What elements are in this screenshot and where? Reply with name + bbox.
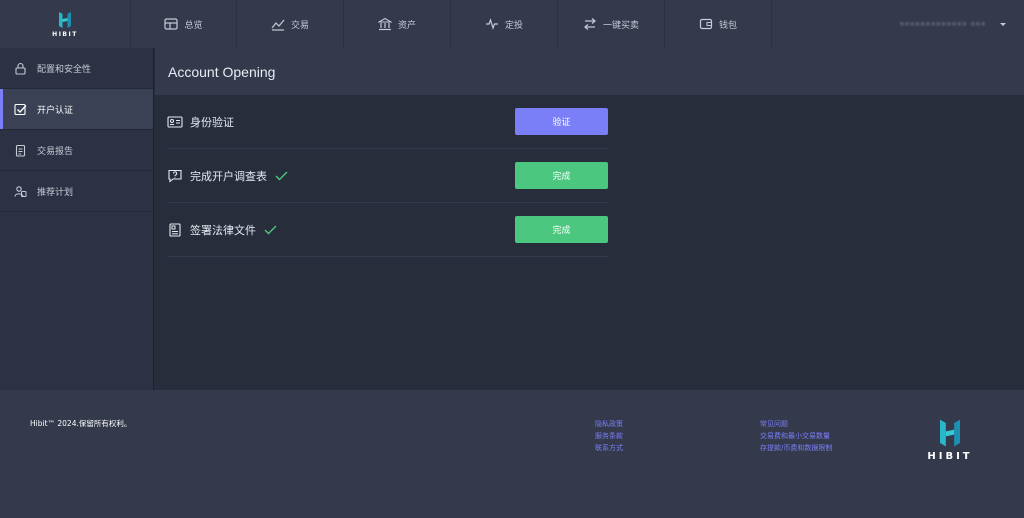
account-opening-steps: 身份验证 验证 完成开户调查表 完成 签署法律文件 完成 (167, 95, 608, 257)
account-menu[interactable]: ••••••••••••• ••• (899, 0, 1024, 48)
check-icon (275, 171, 288, 180)
legal-documents-done-button[interactable]: 完成 (515, 216, 608, 243)
nav-item-label: 定投 (504, 20, 523, 31)
check-icon (264, 225, 277, 234)
swap-arrows-icon (584, 18, 596, 30)
verify-button[interactable]: 验证 (515, 108, 608, 135)
main-nav: 总览 交易 资产 定投 一键买卖 钱包 (130, 0, 772, 48)
sidebar-item-account-opening[interactable]: 开户认证 (0, 89, 153, 130)
nav-item-label: 总览 (184, 20, 203, 31)
clipboard-icon (15, 144, 26, 157)
document-icon (167, 222, 183, 237)
nav-item-label: 一键买卖 (602, 20, 639, 31)
footer-links-legal: 隐私政策 服务条款 联系方式 (595, 420, 623, 453)
dashboard-icon (164, 18, 179, 30)
nav-item-trade[interactable]: 交易 (237, 0, 344, 48)
pulse-icon (485, 18, 498, 30)
step-sign-legal-documents: 签署法律文件 完成 (167, 203, 608, 257)
main-content: Account Opening 身份验证 验证 完成开户调查表 完成 签署法律文… (155, 48, 1024, 390)
brand-logo[interactable]: HIBIT (0, 0, 130, 48)
step-account-questionnaire: 完成开户调查表 完成 (167, 149, 608, 203)
id-card-icon (167, 115, 183, 129)
questionnaire-done-button[interactable]: 完成 (515, 162, 608, 189)
sidebar-item-trade-report[interactable]: 交易报告 (0, 130, 153, 171)
checkbox-icon (14, 103, 27, 115)
nav-item-label: 资产 (397, 20, 416, 31)
wallet-icon (699, 18, 713, 30)
nav-item-label: 交易 (290, 20, 309, 31)
bank-icon (377, 17, 392, 31)
sidebar-item-referral[interactable]: 推荐计划 (0, 171, 153, 212)
lock-icon (15, 62, 26, 75)
footer: Hibit™ 2024.保留所有权利。 隐私政策 服务条款 联系方式 常见问题 … (0, 390, 1024, 518)
step-label: 签署法律文件 (190, 223, 256, 237)
sidebar-item-label: 交易报告 (37, 146, 74, 157)
step-identity-verification: 身份验证 验证 (167, 95, 608, 149)
sidebar-item-label: 推荐计划 (37, 187, 74, 198)
footer-link-terms-of-service[interactable]: 服务条款 (595, 432, 623, 441)
footer-link-deposit-withdraw-limits[interactable]: 存提款/币费和数据限制 (760, 444, 832, 453)
nav-item-label: 钱包 (718, 20, 737, 31)
copyright-text: Hibit™ 2024.保留所有权利。 (30, 419, 132, 428)
sidebar: 配置和安全性 开户认证 交易报告 推荐计划 (0, 48, 154, 390)
nav-item-quick-trade[interactable]: 一键买卖 (558, 0, 665, 48)
step-label: 完成开户调查表 (190, 169, 267, 183)
nav-item-overview[interactable]: 总览 (130, 0, 237, 48)
nav-item-wallet[interactable]: 钱包 (665, 0, 772, 48)
account-name: ••••••••••••• ••• (899, 19, 986, 29)
page-header: Account Opening (155, 48, 1024, 95)
sidebar-item-label: 配置和安全性 (37, 64, 92, 75)
footer-link-faq[interactable]: 常见问题 (760, 420, 832, 429)
footer-links-help: 常见问题 交易费和最小交易数量 存提款/币费和数据限制 (760, 420, 832, 453)
brand-name: HIBIT (52, 30, 78, 38)
top-navigation-bar: HIBIT 总览 交易 资产 定投 一键买卖 钱包 ••••••••••••• … (0, 0, 1024, 48)
page-title: Account Opening (168, 63, 276, 80)
hibit-logo-icon (940, 419, 960, 447)
nav-item-assets[interactable]: 资产 (344, 0, 451, 48)
footer-brand-name: HIBIT (927, 451, 973, 462)
footer-link-fees-minimums[interactable]: 交易费和最小交易数量 (760, 432, 832, 441)
users-icon (14, 185, 27, 197)
footer-link-privacy-policy[interactable]: 隐私政策 (595, 420, 623, 429)
hibit-logo-icon (59, 11, 71, 28)
trend-chart-icon (271, 19, 285, 31)
footer-link-contact[interactable]: 联系方式 (595, 444, 623, 453)
nav-item-auto-invest[interactable]: 定投 (451, 0, 558, 48)
chevron-down-icon[interactable] (1000, 22, 1006, 26)
step-label: 身份验证 (190, 115, 234, 129)
footer-brand-logo: HIBIT (924, 418, 976, 462)
question-bubble-icon (167, 169, 183, 183)
sidebar-item-security[interactable]: 配置和安全性 (0, 48, 153, 89)
sidebar-item-label: 开户认证 (37, 105, 74, 116)
